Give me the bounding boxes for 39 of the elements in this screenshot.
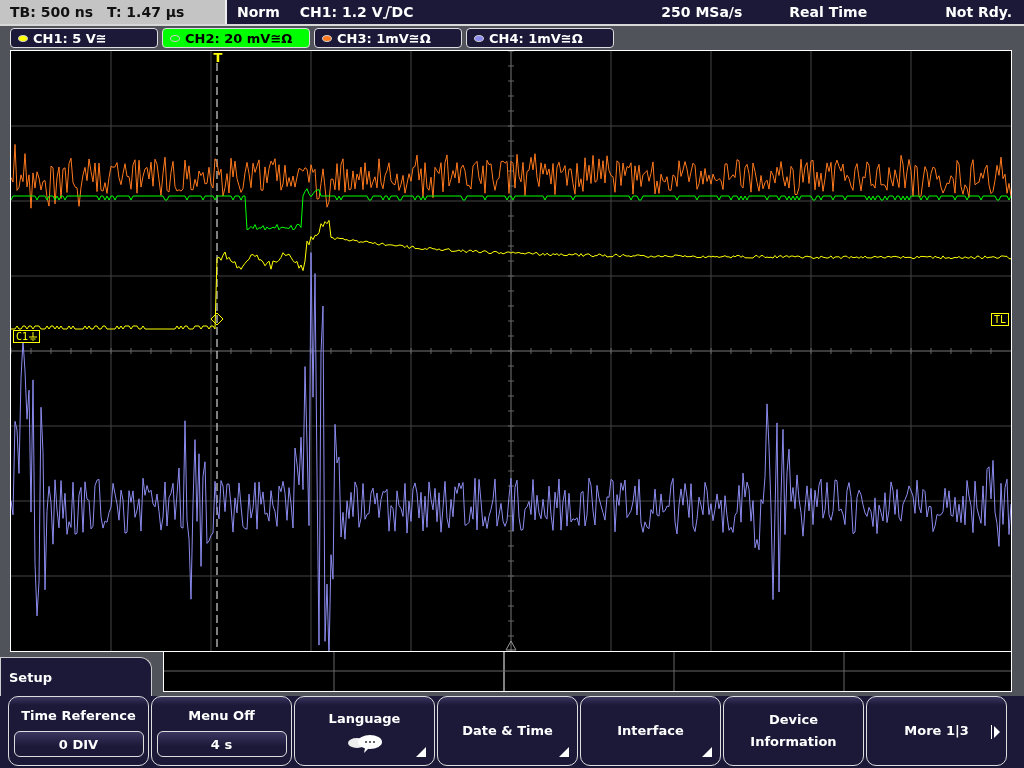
trigger-mode-text: Norm [237,4,280,20]
softkey[interactable]: More 1|3 [866,696,1007,766]
acquisition-state-text: Not Rdy. [945,4,1012,20]
trigger-position-marker[interactable]: T [211,51,225,64]
submenu-corner-icon [702,747,712,757]
timebase-panel[interactable]: TB: 500 ns T: 1.47 µs [0,0,227,24]
trigger-source-text: CH1: 1.2 V [299,4,383,20]
trigger-point-icon [210,312,224,326]
softkey[interactable]: Device Information [723,696,864,766]
submenu-corner-icon [416,747,426,757]
channel-label: CH2: 20 mV≅Ω [185,30,293,46]
channel-tab[interactable]: CH4: 1mV≅Ω [466,28,614,48]
coupling-text: DC [391,4,414,20]
channel-label: CH3: 1mV≅Ω [337,30,431,46]
acquisition-mode-text: Real Time [789,4,868,20]
submenu-corner-icon [559,747,569,757]
sample-rate-text: 250 MSa/s [661,4,743,20]
softkey[interactable]: Language [294,696,435,766]
channel-label: CH4: 1mV≅Ω [489,30,583,46]
softkey[interactable]: Interface [580,696,721,766]
next-page-icon [991,725,1000,739]
channel-tab[interactable]: CH2: 20 mV≅Ω [162,28,310,48]
channel-tab[interactable]: CH1: 5 V≅ [10,28,158,48]
rising-edge-icon [382,5,392,19]
channel-label: CH1: 5 V≅ [33,30,107,46]
speech-bubbles-icon [346,734,383,754]
trigger-time-text: T: 1.47 µs [107,4,185,20]
center-triangle-icon [505,640,517,651]
timebase-text: TB: 500 ns [10,4,94,20]
ground-icon [29,332,38,341]
trigger-level-marker[interactable]: TL [990,313,1009,326]
softkey[interactable]: Date & Time [437,696,578,766]
softkey[interactable]: Menu Off 4 s [151,696,292,766]
value-field[interactable]: 0 DIV [13,731,144,757]
menu-title: Setup [0,657,152,696]
channel-marker[interactable]: C1 [13,330,41,343]
channel-tab[interactable]: CH3: 1mV≅Ω [314,28,462,48]
value-field[interactable]: 4 s [156,731,287,757]
softkey[interactable]: Time Reference 0 DIV [8,696,149,766]
